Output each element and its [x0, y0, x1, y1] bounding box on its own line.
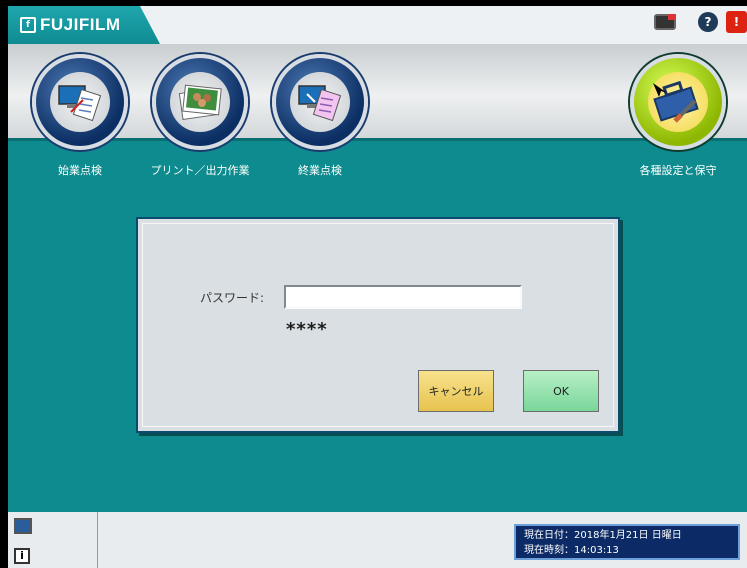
- inner-disc: [290, 72, 350, 132]
- computer-icon[interactable]: [14, 518, 32, 534]
- cancel-button[interactable]: キャンセル: [418, 370, 494, 412]
- monitor-checklist-icon: [58, 85, 102, 122]
- password-input[interactable]: [284, 285, 522, 309]
- print-output-button[interactable]: [152, 54, 248, 150]
- inner-disc: [50, 72, 110, 132]
- status-left-panel: i: [8, 512, 98, 568]
- info-icon[interactable]: i: [14, 548, 30, 564]
- startup-inspection-button[interactable]: [32, 54, 128, 150]
- launcher-label: プリント／出力作業: [150, 164, 250, 177]
- brand-tab: f FUJIFILM: [8, 6, 160, 44]
- launcher-label: 始業点検: [58, 164, 102, 177]
- launcher-print-output[interactable]: プリント／出力作業: [130, 54, 270, 178]
- ok-button[interactable]: OK: [523, 370, 599, 412]
- inner-disc: [648, 72, 708, 132]
- title-bar: f FUJIFILM ? !: [8, 6, 747, 44]
- brand-name: FUJIFILM: [40, 15, 121, 34]
- inner-disc: [170, 72, 230, 132]
- closing-inspection-button[interactable]: [272, 54, 368, 150]
- photo-prints-icon: [178, 84, 222, 120]
- app-frame: f FUJIFILM ? ! 始業点検 プリント／出力作業 終業点検 各種設定と…: [0, 0, 747, 568]
- password-label: パスワード:: [200, 291, 265, 305]
- password-mask: ****: [286, 319, 328, 340]
- launcher-label: 各種設定と保守: [639, 164, 717, 177]
- launcher-label: 終業点検: [298, 164, 342, 177]
- settings-maintenance-button[interactable]: [630, 54, 726, 150]
- status-bar: i 現在日付：2018年1月21日 日曜日 現在時刻：14:03:13: [8, 512, 747, 568]
- password-dialog: パスワード: **** キャンセル OK: [136, 217, 620, 433]
- monitor-checklist-pink-icon: [298, 85, 342, 122]
- current-date: 現在日付：2018年1月21日 日曜日: [524, 530, 682, 541]
- current-time: 現在時刻：14:03:13: [524, 545, 619, 556]
- toolbox-icon: [653, 80, 699, 123]
- launcher-settings-maintenance[interactable]: 各種設定と保守: [608, 54, 747, 178]
- launcher-closing-inspection[interactable]: 終業点検: [250, 54, 390, 178]
- help-icon[interactable]: ?: [698, 12, 718, 32]
- launcher-startup-inspection[interactable]: 始業点検: [10, 54, 150, 178]
- alert-icon[interactable]: !: [726, 11, 747, 33]
- monitor-alert-icon[interactable]: [654, 14, 676, 30]
- datetime-panel: 現在日付：2018年1月21日 日曜日 現在時刻：14:03:13: [514, 524, 740, 560]
- fujifilm-logo-icon: f: [20, 17, 36, 33]
